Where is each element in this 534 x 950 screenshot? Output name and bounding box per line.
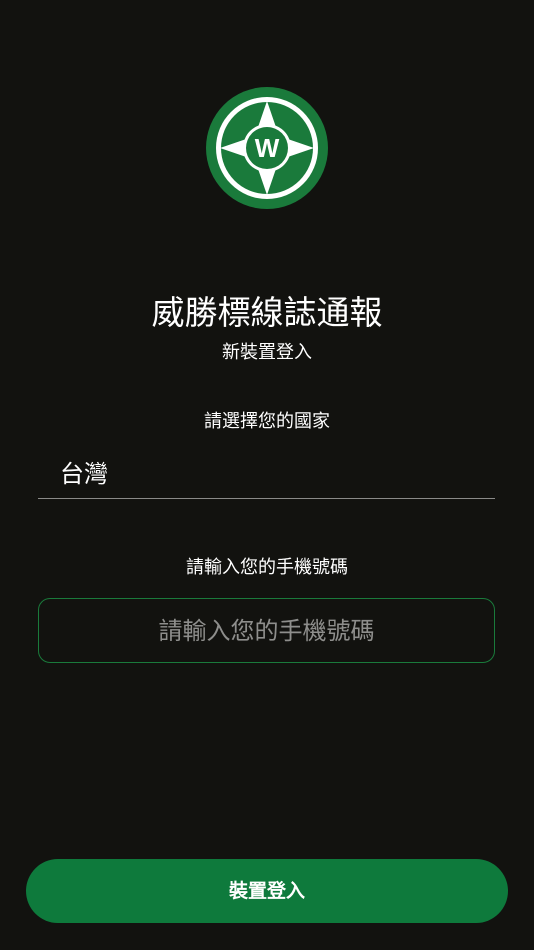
logo-letter: W (255, 133, 280, 163)
country-selector[interactable]: 台灣 (38, 448, 495, 499)
phone-input[interactable] (39, 599, 494, 662)
w-compass-logo-icon: W (206, 87, 328, 209)
phone-label: 請輸入您的手機號碼 (186, 557, 348, 578)
country-value: 台灣 (60, 460, 108, 488)
country-label: 請選擇您的國家 (204, 411, 330, 432)
page-subtitle: 新裝置登入 (222, 342, 312, 363)
device-login-button[interactable]: 裝置登入 (26, 859, 508, 923)
phone-field-container (38, 598, 495, 663)
app-title: 威勝標線誌通報 (151, 293, 383, 332)
